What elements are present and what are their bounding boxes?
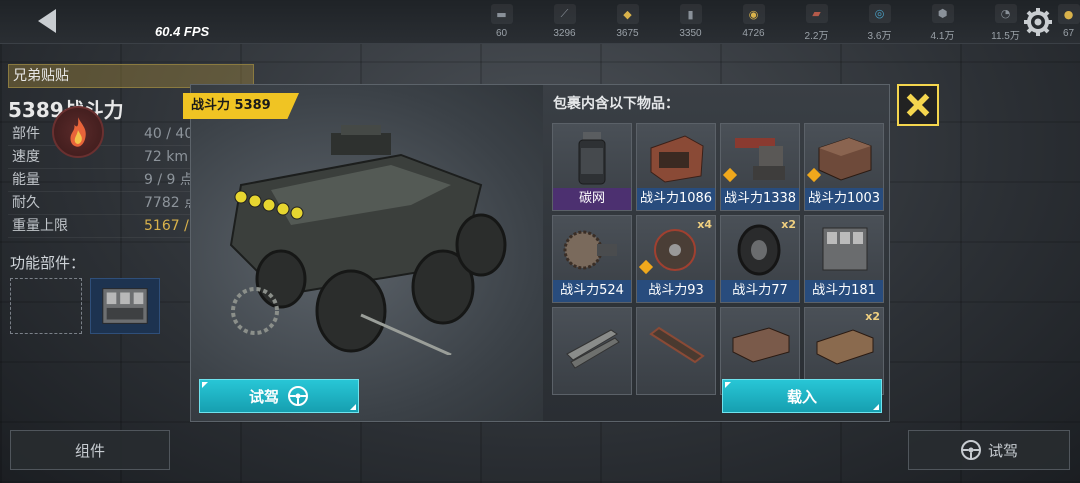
spray-can-icon xyxy=(578,132,606,185)
resource-wrench[interactable]: ⟋ 3296 xyxy=(533,2,596,42)
back-button[interactable] xyxy=(30,6,64,36)
resource-battery[interactable]: ◆ 3675 xyxy=(596,2,659,42)
armor-plate-icon xyxy=(732,327,790,363)
resource-scrap[interactable]: ▰ 2.2万 xyxy=(785,2,848,42)
gear-icon xyxy=(1024,8,1052,36)
wrench-icon: ⟋ xyxy=(553,4,576,24)
wire-spool-icon: ◉ xyxy=(742,4,765,24)
item-tire[interactable]: x2 战斗力77 xyxy=(720,215,800,303)
item-frame-bars[interactable] xyxy=(552,307,632,395)
item-ammo-box[interactable]: 战斗力1003 xyxy=(804,123,884,211)
fps-counter: 60.4 FPS xyxy=(155,24,210,39)
steering-wheel-icon xyxy=(960,440,981,460)
function-parts-label: 功能部件： xyxy=(10,254,86,272)
bundle-item-grid: 碳网 战斗力1086 战斗力1338 战斗力1003 战斗力524 x4 战斗力… xyxy=(552,123,884,395)
item-cannon[interactable]: 战斗力1338 xyxy=(720,123,800,211)
resource-bar: ▬ 60 ⟋ 3296 ◆ 3675 ▮ 3350 ◉ 4726 ▰ 2.2万 … xyxy=(470,2,1080,42)
top-bar: 60.4 FPS ▬ 60 ⟋ 3296 ◆ 3675 ▮ 3350 ◉ 472… xyxy=(0,0,1080,44)
function-slot-empty[interactable] xyxy=(10,278,82,334)
generator-icon xyxy=(822,227,868,271)
close-icon xyxy=(906,93,930,117)
resource-canister[interactable]: ▮ 3350 xyxy=(659,2,722,42)
components-button[interactable]: 组件 xyxy=(10,430,170,470)
engine-icon: ⬢ xyxy=(931,4,954,23)
frame-bars-icon xyxy=(566,329,620,369)
cannon-icon xyxy=(735,138,785,180)
item-carbon-can[interactable]: 碳网 xyxy=(552,123,632,211)
item-girder[interactable] xyxy=(636,307,716,395)
load-button[interactable]: 载入 xyxy=(722,379,882,413)
back-arrow-icon xyxy=(38,9,56,33)
tire-icon: ◎ xyxy=(868,4,891,23)
coin-bar-icon: ▬ xyxy=(490,4,513,24)
resource-engine[interactable]: ⬢ 4.1万 xyxy=(911,2,974,42)
resource-tire[interactable]: ◎ 3.6万 xyxy=(848,2,911,42)
vehicle-render-image xyxy=(229,125,507,355)
battery-icon: ◆ xyxy=(616,4,639,24)
settings-button[interactable] xyxy=(1022,6,1054,38)
vehicle-preview: 战斗力 5389 xyxy=(183,85,543,421)
bundle-dialog: 战斗力 5389 包裹内含以下物品： 碳网 战斗力1086 战斗力1338 战斗… xyxy=(183,84,890,422)
scrap-icon: ▰ xyxy=(805,4,828,23)
flame-icon xyxy=(52,106,104,158)
resource-coin-bar[interactable]: ▬ 60 xyxy=(470,2,533,42)
item-generator[interactable]: 战斗力181 xyxy=(804,215,884,303)
girder-icon xyxy=(649,326,705,364)
ammo-box-icon xyxy=(818,137,872,181)
close-button[interactable] xyxy=(897,84,939,126)
function-slot-generator[interactable] xyxy=(90,278,160,334)
item-spiked-wheel[interactable]: x4 战斗力93 xyxy=(636,215,716,303)
bundle-contents-title: 包裹内含以下物品： xyxy=(553,96,679,112)
steering-wheel-icon xyxy=(288,386,308,406)
cabin-icon xyxy=(650,135,704,183)
resource-wire-spool[interactable]: ◉ 4726 xyxy=(722,2,785,42)
item-saw-blade[interactable]: 战斗力524 xyxy=(552,215,632,303)
canister-icon: ▮ xyxy=(679,4,702,24)
badge-icon: ● xyxy=(1057,4,1080,24)
gauge-icon: ◔ xyxy=(994,4,1017,23)
generator-icon xyxy=(102,288,148,324)
test-drive-bottom-button[interactable]: 试驾 xyxy=(908,430,1070,470)
item-cabin[interactable]: 战斗力1086 xyxy=(636,123,716,211)
saw-blade-icon xyxy=(563,230,617,270)
test-drive-button[interactable]: 试驾 xyxy=(199,379,359,413)
